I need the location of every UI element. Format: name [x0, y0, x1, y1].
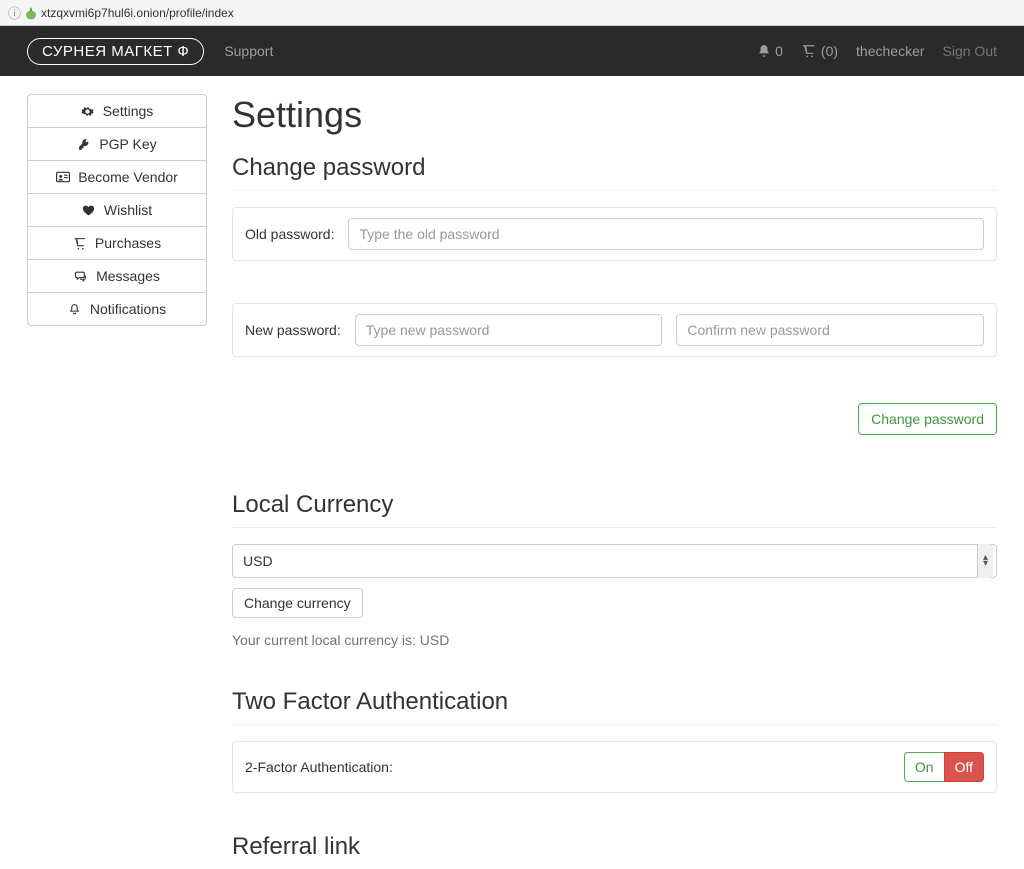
tfa-toggle: On Off: [904, 752, 984, 782]
cart-icon: [801, 44, 817, 58]
cart-indicator[interactable]: (0): [801, 43, 838, 59]
old-password-panel: Old password:: [232, 207, 997, 261]
sidebar-label: Purchases: [95, 235, 161, 251]
gear-icon: [81, 105, 95, 118]
sidebar-label: Notifications: [90, 301, 166, 317]
sidebar-item-settings[interactable]: Settings: [27, 94, 207, 128]
divider: [232, 527, 997, 528]
chevron-updown-icon: ▴▾: [977, 544, 993, 578]
settings-sidebar: Settings PGP Key Become Vendor Wishlist …: [27, 94, 207, 869]
currency-select[interactable]: USD: [232, 544, 997, 578]
info-icon: ⓘ: [8, 3, 21, 22]
bell-icon: [757, 44, 771, 58]
sidebar-item-pgpkey[interactable]: PGP Key: [27, 127, 207, 161]
divider: [232, 724, 997, 725]
change-password-button[interactable]: Change password: [858, 403, 997, 435]
confirm-password-input[interactable]: [676, 314, 984, 346]
currency-note: Your current local currency is: USD: [232, 632, 997, 648]
sidebar-item-messages[interactable]: Messages: [27, 259, 207, 293]
new-password-panel: New password:: [232, 303, 997, 357]
username-label[interactable]: thechecker: [856, 43, 924, 59]
tfa-heading: Two Factor Authentication: [232, 688, 997, 716]
tfa-panel: 2-Factor Authentication: On Off: [232, 741, 997, 793]
change-password-heading: Change password: [232, 154, 997, 182]
new-password-label: New password:: [245, 322, 341, 338]
sidebar-label: PGP Key: [99, 136, 156, 152]
currency-select-wrap: USD ▴▾: [232, 544, 997, 578]
referral-heading: Referral link: [232, 833, 997, 861]
old-password-input[interactable]: [348, 218, 984, 250]
bell-icon: [68, 303, 82, 316]
local-currency-heading: Local Currency: [232, 491, 997, 519]
old-password-label: Old password:: [245, 226, 334, 242]
url-text: xtzqxvmi6p7hul6i.onion/profile/index: [41, 6, 234, 20]
cart-count: (0): [821, 43, 838, 59]
idcard-icon: [56, 171, 70, 183]
sidebar-label: Become Vendor: [78, 169, 178, 185]
sidebar-item-notifications[interactable]: Notifications: [27, 292, 207, 326]
main-content: Settings Change password Old password: N…: [232, 94, 997, 869]
bell-count: 0: [775, 43, 783, 59]
tfa-off-button[interactable]: Off: [944, 752, 984, 782]
sidebar-item-wishlist[interactable]: Wishlist: [27, 193, 207, 227]
browser-urlbar: ⓘ xtzqxvmi6p7hul6i.onion/profile/index: [0, 0, 1024, 26]
notifications-indicator[interactable]: 0: [757, 43, 783, 59]
sidebar-item-becomevendor[interactable]: Become Vendor: [27, 160, 207, 194]
support-link[interactable]: Support: [224, 43, 273, 59]
key-icon: [77, 138, 91, 151]
sidebar-item-purchases[interactable]: Purchases: [27, 226, 207, 260]
tfa-on-button[interactable]: On: [904, 752, 944, 782]
new-password-input[interactable]: [355, 314, 663, 346]
signout-link[interactable]: Sign Out: [943, 43, 997, 59]
top-navbar: СУРНЕЯ МАГКЕТ Ф Support 0 (0) thechecker…: [0, 26, 1024, 76]
page-title: Settings: [232, 94, 997, 136]
divider: [232, 190, 997, 191]
sidebar-label: Messages: [96, 268, 160, 284]
sidebar-label: Settings: [103, 103, 154, 119]
cart-icon: [73, 237, 87, 250]
tfa-label: 2-Factor Authentication:: [245, 759, 393, 775]
heart-icon: [82, 204, 96, 217]
brand-logo[interactable]: СУРНЕЯ МАГКЕТ Ф: [27, 38, 204, 65]
sidebar-label: Wishlist: [104, 202, 152, 218]
chat-icon: [74, 270, 88, 283]
change-currency-button[interactable]: Change currency: [232, 588, 363, 618]
tor-onion-icon: [25, 6, 37, 20]
